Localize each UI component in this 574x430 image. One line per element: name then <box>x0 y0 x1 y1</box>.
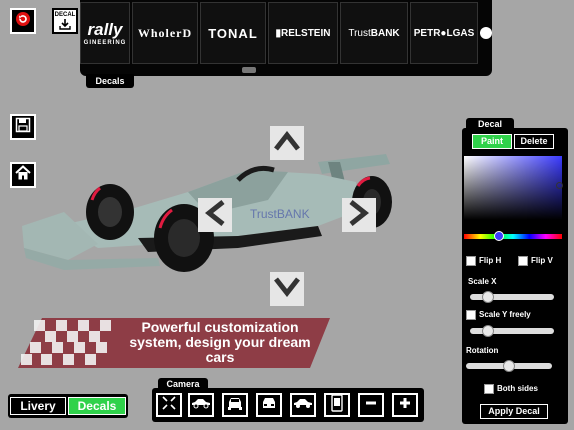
both-sides-label: Both sides <box>497 384 538 393</box>
zoom-out-icon <box>364 396 378 415</box>
both-sides-checkbox[interactable] <box>484 384 494 394</box>
chevron-left-icon <box>204 199 225 231</box>
car-rear-icon <box>260 396 278 415</box>
decal-label: TONAL <box>208 25 258 41</box>
hue-slider-thumb[interactable] <box>494 231 504 241</box>
rotation-slider[interactable] <box>466 360 552 372</box>
zoom-in-button[interactable] <box>392 393 418 417</box>
zoom-out-button[interactable] <box>358 393 384 417</box>
decal-label: PETR●LGAS <box>413 27 475 39</box>
phone-screenshot-icon <box>331 393 343 417</box>
undo-button[interactable] <box>10 8 36 34</box>
scale-y-freely-label: Scale Y freely <box>479 310 531 319</box>
car-front-icon <box>226 396 244 415</box>
decals-mode-button[interactable]: Decals <box>68 397 126 415</box>
color-picker-cursor[interactable] <box>556 182 563 189</box>
circle-icon <box>480 27 492 39</box>
save-icon <box>15 117 31 138</box>
decal-tile-wholerd[interactable]: WholerD <box>132 2 198 64</box>
camera-side-button[interactable] <box>188 393 214 417</box>
save-button[interactable] <box>10 114 36 140</box>
camera-rear-button[interactable] <box>256 393 282 417</box>
decal-sub-label: GINEERING <box>83 40 127 46</box>
undo-icon <box>15 11 31 32</box>
chevron-up-icon <box>274 130 300 156</box>
scale-y-slider[interactable] <box>470 325 554 337</box>
decal-label: ▮RELSTEIN <box>275 27 331 39</box>
delete-button[interactable]: Delete <box>514 134 554 149</box>
decal-tile-relstein[interactable]: ▮RELSTEIN <box>268 2 338 64</box>
hue-slider[interactable] <box>464 231 562 241</box>
camera-collapse-button[interactable] <box>156 393 182 417</box>
decal-panel: Paint Delete Flip H Flip V Scale X Scale… <box>462 128 568 424</box>
paint-button[interactable]: Paint <box>472 134 512 149</box>
rotation-label: Rotation <box>466 346 499 355</box>
decal-tile-partial[interactable] <box>480 2 492 64</box>
zoom-in-icon <box>398 396 412 415</box>
camera-top-button[interactable] <box>290 393 316 417</box>
rotation-thumb[interactable] <box>503 360 515 372</box>
camera-down-button[interactable] <box>270 272 304 306</box>
camera-bar <box>152 388 424 422</box>
promo-banner-text: Powerful customization system, design yo… <box>129 319 311 365</box>
camera-screenshot-button[interactable] <box>324 393 350 417</box>
camera-left-button[interactable] <box>198 198 232 232</box>
flip-h-label: Flip H <box>479 256 502 265</box>
car-side-icon <box>191 396 211 414</box>
mode-toggle: Livery Decals <box>8 394 128 418</box>
car-decal-text[interactable]: TrustBANK <box>250 207 310 221</box>
decal-label-light: Trust <box>348 27 371 39</box>
color-picker-area[interactable] <box>464 156 563 220</box>
strip-drag-handle[interactable] <box>242 67 256 73</box>
scale-y-thumb[interactable] <box>482 325 495 337</box>
decal-tile-trustbank[interactable]: Trust BANK <box>340 2 408 64</box>
apply-decal-button[interactable]: Apply Decal <box>480 404 548 419</box>
decal-tile-tonal[interactable]: TONAL <box>200 2 266 64</box>
collapse-view-icon <box>161 395 177 416</box>
camera-up-button[interactable] <box>270 126 304 160</box>
livery-mode-button[interactable]: Livery <box>10 397 66 415</box>
decal-tile-petrolgas[interactable]: PETR●LGAS <box>410 2 478 64</box>
flip-v-label: Flip V <box>531 256 553 265</box>
download-icon <box>58 18 72 32</box>
chevron-right-icon <box>349 199 370 231</box>
chevron-down-icon <box>274 276 300 302</box>
camera-front-button[interactable] <box>222 393 248 417</box>
decal-tile-rally[interactable]: rally GINEERING <box>80 2 130 64</box>
scale-x-thumb[interactable] <box>482 291 495 303</box>
camera-right-button[interactable] <box>342 198 376 232</box>
flip-v-checkbox[interactable] <box>518 256 528 266</box>
decal-label-bold: BANK <box>370 27 400 39</box>
decal-label: rally <box>87 20 123 39</box>
scale-y-freely-checkbox[interactable] <box>466 310 476 320</box>
decals-strip-tab[interactable]: Decals <box>86 74 134 88</box>
car-top-icon <box>293 396 313 414</box>
scale-x-label: Scale X <box>468 277 497 286</box>
flip-h-checkbox[interactable] <box>466 256 476 266</box>
import-decal-button[interactable]: DECAL <box>52 8 78 34</box>
decals-strip: rally GINEERING WholerD TONAL ▮RELSTEIN … <box>80 0 492 76</box>
decal-label: WholerD <box>137 25 193 40</box>
scale-x-slider[interactable] <box>470 291 554 303</box>
